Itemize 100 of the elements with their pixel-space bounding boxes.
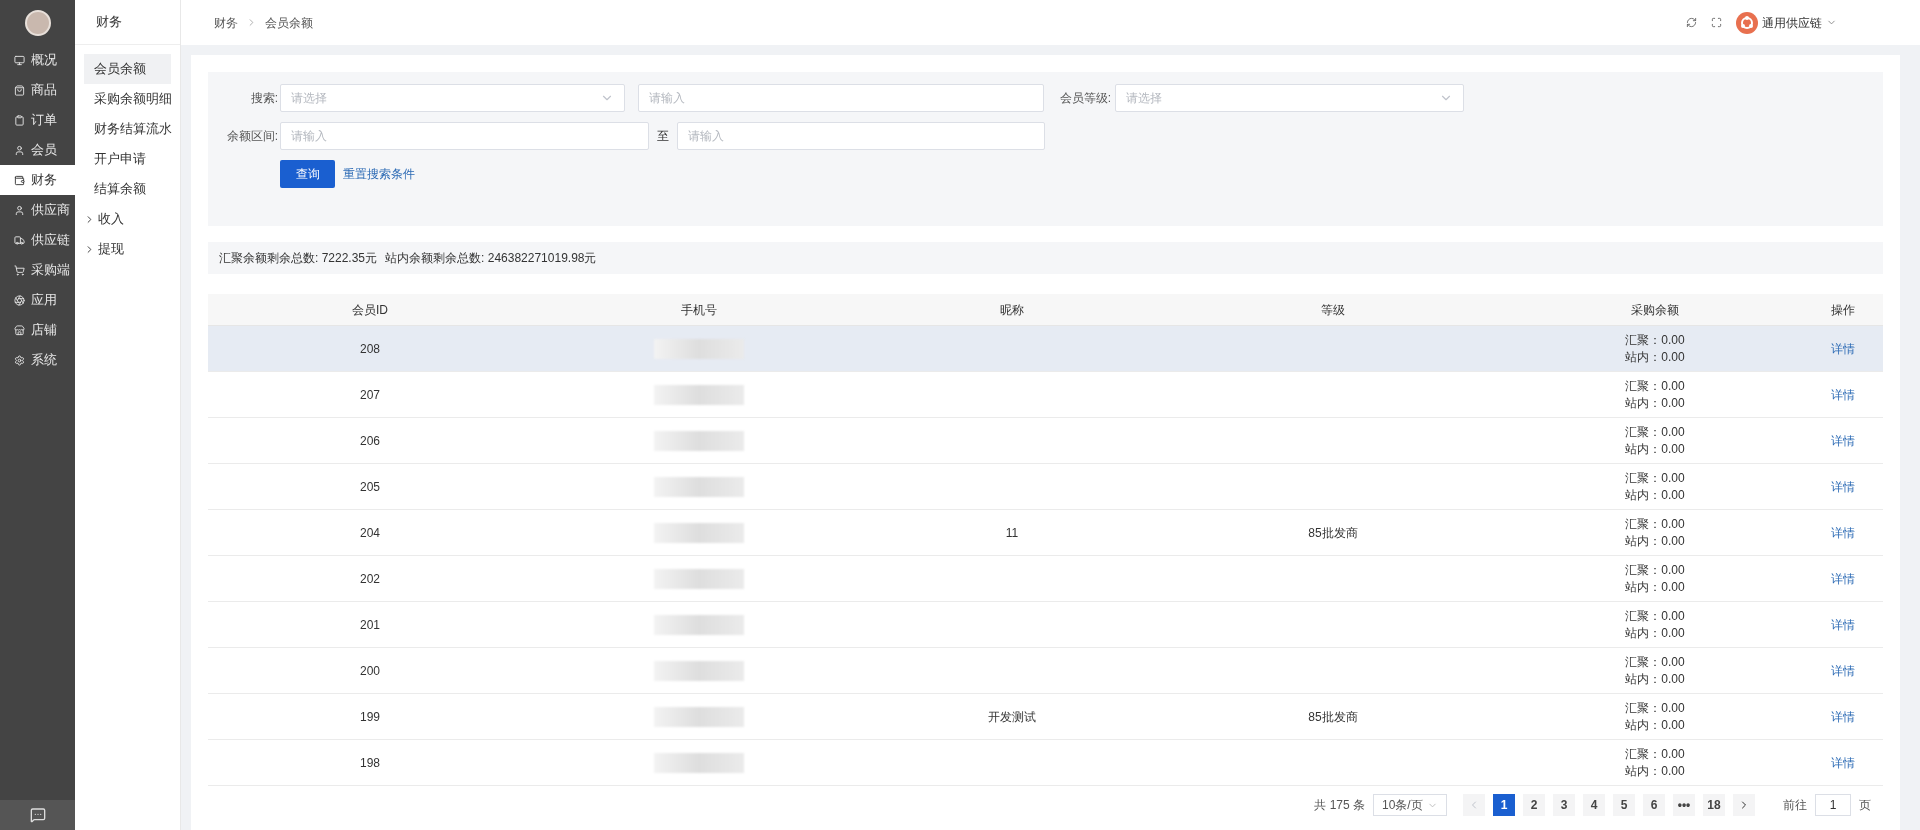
nav-item[interactable]: 系统 bbox=[0, 345, 75, 375]
bag-icon bbox=[14, 84, 25, 96]
breadcrumb-item[interactable]: 财务 bbox=[214, 13, 238, 32]
submenu-item[interactable]: 采购余额明细 bbox=[84, 84, 171, 114]
nav-item[interactable]: 供应商 bbox=[0, 195, 75, 225]
details-link[interactable]: 详情 bbox=[1830, 523, 1855, 542]
nav-item[interactable]: 店铺 bbox=[0, 315, 75, 345]
total-count: 共 175 条 bbox=[1314, 797, 1365, 814]
details-link[interactable]: 详情 bbox=[1830, 615, 1855, 634]
clipboard-icon bbox=[14, 114, 25, 126]
table-cell-text: 208 bbox=[360, 340, 380, 358]
table-cell-text: 204 bbox=[360, 524, 380, 542]
balance-text: 汇聚：0.00 bbox=[1625, 699, 1685, 717]
balance-text: 汇聚：0.00 bbox=[1625, 561, 1685, 579]
balance-text: 站内：0.00 bbox=[1625, 440, 1685, 458]
balance-text: 汇聚：0.00 bbox=[1625, 607, 1685, 625]
details-link[interactable]: 详情 bbox=[1830, 707, 1855, 726]
balance-text: 站内：0.00 bbox=[1625, 532, 1685, 550]
details-link[interactable]: 详情 bbox=[1830, 385, 1855, 404]
balance-text: 站内：0.00 bbox=[1625, 578, 1685, 596]
summary-text: 站内余额剩余总数: 246382271019.98元 bbox=[385, 250, 597, 267]
page-button[interactable]: ••• bbox=[1673, 794, 1695, 816]
cart-icon bbox=[14, 264, 25, 276]
page-button[interactable]: 5 bbox=[1613, 794, 1635, 816]
submenu-item[interactable]: 财务结算流水 bbox=[84, 114, 171, 144]
page-button[interactable]: 6 bbox=[1643, 794, 1665, 816]
submenu-item[interactable]: 会员余额 bbox=[84, 54, 171, 84]
column-header: 会员ID bbox=[351, 301, 389, 319]
balance-text: 站内：0.00 bbox=[1625, 762, 1685, 780]
avatar[interactable] bbox=[24, 9, 51, 36]
balance-text: 汇聚：0.00 bbox=[1625, 515, 1685, 533]
field-label: 会员等级: bbox=[1058, 90, 1112, 107]
nav-item[interactable]: 供应链 bbox=[0, 225, 75, 255]
field-label: 余额区间: bbox=[225, 128, 279, 145]
fullscreen-icon[interactable] bbox=[1711, 17, 1722, 28]
chat-button[interactable] bbox=[0, 800, 75, 830]
monitor-icon bbox=[14, 54, 25, 66]
details-link[interactable]: 详情 bbox=[1830, 339, 1855, 358]
goto-suffix: 页 bbox=[1859, 797, 1871, 814]
page-button[interactable]: 2 bbox=[1523, 794, 1545, 816]
breadcrumb-item: 会员余额 bbox=[265, 14, 313, 32]
submenu-group[interactable]: 收入 bbox=[84, 204, 171, 234]
nav-item[interactable]: 应用 bbox=[0, 285, 75, 315]
table-cell-text: 开发测试 bbox=[988, 708, 1036, 726]
submenu-group[interactable]: 提现 bbox=[84, 234, 171, 264]
balance-text: 站内：0.00 bbox=[1625, 394, 1685, 412]
submenu-title: 财务 bbox=[96, 13, 122, 32]
next-page-button[interactable] bbox=[1733, 794, 1755, 816]
balance-text: 站内：0.00 bbox=[1625, 348, 1685, 366]
query-button[interactable]: 查询 bbox=[280, 160, 335, 188]
nav-item[interactable]: 会员 bbox=[0, 135, 75, 165]
refresh-icon[interactable] bbox=[1686, 17, 1697, 28]
table-cell-text: 11 bbox=[1005, 524, 1019, 542]
table-cell-text: 85批发商 bbox=[1308, 708, 1358, 726]
user-icon bbox=[14, 204, 25, 216]
goto-page-input[interactable]: 1 bbox=[1815, 794, 1851, 816]
balance-text: 站内：0.00 bbox=[1625, 716, 1685, 734]
balance-text: 汇聚：0.00 bbox=[1625, 469, 1685, 487]
balance-text: 汇聚：0.00 bbox=[1625, 653, 1685, 671]
logo-icon bbox=[1736, 11, 1758, 34]
page-button[interactable]: 18 bbox=[1703, 794, 1725, 816]
user-icon bbox=[14, 144, 25, 156]
details-link[interactable]: 详情 bbox=[1830, 431, 1855, 450]
details-link[interactable]: 详情 bbox=[1830, 753, 1855, 772]
chat-icon bbox=[29, 807, 46, 823]
column-header: 手机号 bbox=[680, 301, 718, 319]
table-cell-text: 85批发商 bbox=[1308, 524, 1358, 542]
page-button[interactable]: 3 bbox=[1553, 794, 1575, 816]
nav-item[interactable]: 商品 bbox=[0, 75, 75, 105]
nav-item[interactable]: 财务 bbox=[0, 165, 75, 195]
table-cell-text: 201 bbox=[360, 616, 380, 634]
table-cell-text: 200 bbox=[360, 662, 380, 680]
page-button[interactable]: 1 bbox=[1493, 794, 1515, 816]
submenu-item[interactable]: 开户申请 bbox=[84, 144, 171, 174]
nav-item[interactable]: 订单 bbox=[0, 105, 75, 135]
details-link[interactable]: 详情 bbox=[1830, 569, 1855, 588]
submenu-item[interactable]: 结算余额 bbox=[84, 174, 171, 204]
table-cell-text: 205 bbox=[360, 478, 380, 496]
table-cell-text: 202 bbox=[360, 570, 380, 588]
details-link[interactable]: 详情 bbox=[1830, 661, 1855, 680]
summary-text: 汇聚余额剩余总数: 7222.35元 bbox=[219, 250, 378, 267]
balance-text: 站内：0.00 bbox=[1625, 486, 1685, 504]
page-button[interactable]: 4 bbox=[1583, 794, 1605, 816]
balance-text: 站内：0.00 bbox=[1625, 624, 1685, 642]
range-separator: 至 bbox=[656, 128, 670, 145]
table-cell-text: 206 bbox=[360, 432, 380, 450]
nav-item[interactable]: 概况 bbox=[0, 45, 75, 75]
balance-text: 汇聚：0.00 bbox=[1625, 745, 1685, 763]
details-link[interactable]: 详情 bbox=[1830, 477, 1855, 496]
balance-text: 汇聚：0.00 bbox=[1625, 423, 1685, 441]
reset-link[interactable]: 重置搜索条件 bbox=[343, 165, 415, 183]
column-header: 昵称 bbox=[999, 301, 1025, 319]
truck-icon bbox=[14, 234, 25, 246]
gear-icon bbox=[14, 354, 25, 366]
wallet-icon bbox=[14, 174, 25, 186]
balance-text: 汇聚：0.00 bbox=[1625, 331, 1685, 349]
account-name[interactable]: 通用供应链 bbox=[1762, 13, 1822, 32]
nav-item[interactable]: 采购端 bbox=[0, 255, 75, 285]
balance-text: 站内：0.00 bbox=[1625, 670, 1685, 688]
page-size-select[interactable]: 10条/页 bbox=[1373, 794, 1447, 816]
